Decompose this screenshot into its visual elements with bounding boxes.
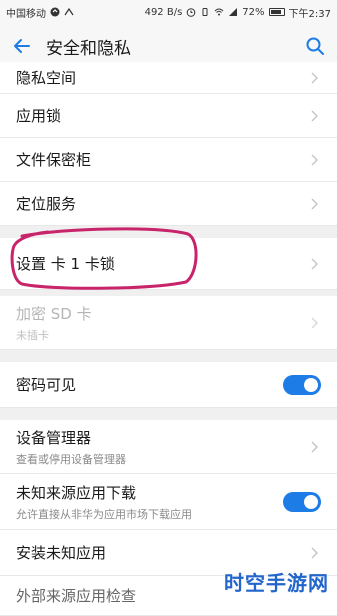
carrier-label: 中国移动	[6, 8, 46, 20]
sd-encrypt-label: 加密 SD 卡	[16, 304, 92, 323]
signal-icon	[228, 7, 238, 17]
privacy-space-label: 隐私空间	[16, 69, 77, 87]
chevron-right-icon	[309, 546, 321, 560]
sim-lock-item[interactable]: 设置 卡 1 卡锁	[0, 238, 337, 290]
battery-percent: 72%	[242, 6, 265, 18]
watermark: 时空手游网	[224, 571, 329, 595]
battery-icon	[268, 8, 285, 16]
file-safe-item[interactable]: 文件保密柜	[0, 138, 337, 182]
section-divider	[0, 226, 337, 238]
toggle-knob	[304, 377, 318, 392]
chevron-right-icon	[309, 440, 321, 454]
chevron-right-icon	[309, 316, 321, 330]
app-notification-icon	[64, 7, 74, 17]
notification-icon	[50, 7, 60, 17]
wifi-icon	[214, 7, 224, 17]
password-visible-item[interactable]: 密码可见	[0, 362, 337, 408]
location-service-item[interactable]: 定位服务	[0, 182, 337, 226]
unknown-sources-subtitle: 允许直接从非华为应用市场下载应用	[16, 507, 192, 521]
alarm-icon	[186, 7, 196, 17]
section-divider	[0, 350, 337, 362]
unknown-sources-item[interactable]: 未知来源应用下载 允许直接从非华为应用市场下载应用	[0, 474, 337, 530]
settings-list: 隐私空间 应用锁 文件保密柜 定位服务 设置 卡 1 卡锁 加密 SD 卡 未插…	[0, 62, 337, 616]
device-admin-label: 设备管理器	[16, 428, 92, 447]
status-bar: 中国移动 492 B/s 72% 下午2:37	[0, 0, 337, 24]
chevron-right-icon	[309, 197, 321, 211]
device-admin-subtitle: 查看或停用设备管理器	[16, 452, 126, 466]
chevron-right-icon	[309, 153, 321, 167]
password-visible-toggle[interactable]	[283, 374, 321, 395]
file-safe-label: 文件保密柜	[16, 151, 92, 169]
search-icon	[306, 37, 324, 55]
privacy-group: 隐私空间 应用锁 文件保密柜 定位服务	[0, 62, 337, 226]
unknown-sources-toggle[interactable]	[283, 491, 321, 512]
clock: 下午2:37	[288, 8, 331, 20]
toggle-knob	[304, 494, 318, 509]
install-unknown-label: 安装未知应用	[16, 544, 107, 562]
app-lock-label: 应用锁	[16, 107, 62, 125]
section-divider	[0, 408, 337, 420]
sd-encrypt-subtitle: 未插卡	[16, 328, 49, 342]
app-lock-item[interactable]: 应用锁	[0, 94, 337, 138]
vibrate-icon	[200, 7, 210, 17]
arrow-left-icon	[14, 39, 30, 53]
network-speed: 492 B/s	[144, 6, 183, 18]
device-admin-item[interactable]: 设备管理器 查看或停用设备管理器	[0, 420, 337, 474]
chevron-right-icon	[309, 257, 321, 271]
chevron-right-icon	[309, 109, 321, 123]
sd-group: 加密 SD 卡 未插卡	[0, 296, 337, 350]
sd-encrypt-item: 加密 SD 卡 未插卡	[0, 296, 337, 350]
unknown-sources-label: 未知来源应用下载	[16, 483, 137, 502]
password-group: 密码可见	[0, 362, 337, 408]
chevron-right-icon	[309, 71, 321, 85]
page-title: 安全和隐私	[46, 38, 131, 59]
privacy-space-item[interactable]: 隐私空间	[0, 62, 337, 94]
sim-group: 设置 卡 1 卡锁	[0, 238, 337, 290]
sim-lock-label: 设置 卡 1 卡锁	[16, 255, 115, 273]
location-service-label: 定位服务	[16, 195, 77, 213]
password-visible-label: 密码可见	[16, 376, 77, 394]
